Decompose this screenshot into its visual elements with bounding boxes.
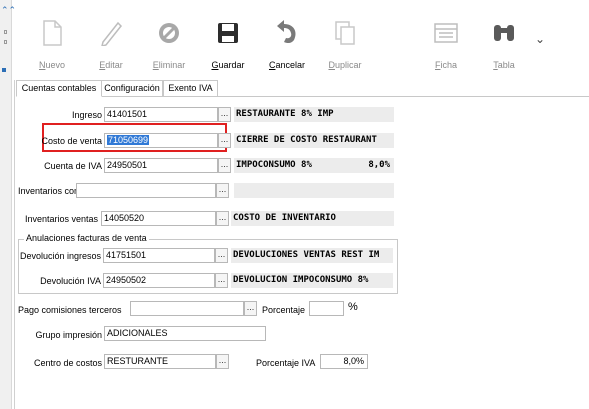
- copy-document-icon: [317, 18, 373, 48]
- inv-ventas-description: COSTO DE INVENTARIO: [231, 211, 394, 226]
- porcentaje-label: Porcentaje: [262, 305, 306, 315]
- collapse-chevron-icon[interactable]: ⌃⌃: [1, 5, 16, 15]
- grupo-impresion-input[interactable]: ADICIONALES: [104, 326, 266, 341]
- dev-ingresos-lookup-button[interactable]: ...: [215, 248, 228, 263]
- ingreso-description: RESTAURANTE 8% IMP: [234, 107, 394, 122]
- cancel-button[interactable]: Cancelar: [259, 18, 315, 70]
- edit-label: Editar: [99, 60, 123, 70]
- costo-venta-input[interactable]: 71050699: [104, 133, 218, 148]
- left-collapse-strip: [0, 0, 12, 409]
- grupo-impresion-label: Grupo impresión: [35, 330, 102, 340]
- centro-costos-label: Centro de costos: [33, 358, 102, 368]
- centro-costos-lookup-button[interactable]: ...: [216, 354, 229, 369]
- ingreso-label: Ingreso: [71, 110, 102, 120]
- duplicate-button[interactable]: Duplicar: [317, 18, 373, 70]
- binoculars-icon: [476, 18, 532, 48]
- cuenta-iva-lookup-button[interactable]: ...: [218, 158, 231, 173]
- porcentaje-unit: %: [348, 301, 358, 313]
- dev-iva-input[interactable]: 24950502: [103, 273, 215, 288]
- inv-ventas-lookup-button[interactable]: ...: [216, 211, 229, 226]
- inv-compras-input[interactable]: [76, 183, 216, 198]
- cuenta-iva-percent: 8,0%: [368, 160, 390, 170]
- dev-ingresos-label: Devolución ingresos: [20, 251, 102, 261]
- inv-ventas-label: Inventarios ventas: [24, 214, 98, 224]
- pago-comisiones-lookup-button[interactable]: ...: [244, 301, 257, 316]
- inv-compras-description: [234, 183, 394, 198]
- ingreso-input[interactable]: 41401501: [104, 107, 218, 122]
- porcentaje-input[interactable]: [309, 301, 344, 316]
- dev-iva-label: Devolución IVA: [40, 276, 101, 286]
- save-button[interactable]: Guardar: [200, 18, 256, 70]
- inv-compras-label: Inventarios compras: [18, 186, 100, 196]
- costo-venta-lookup-button[interactable]: ...: [218, 133, 231, 148]
- costo-venta-description: CIERRE DE COSTO RESTAURANT: [234, 133, 394, 148]
- form-view-button[interactable]: Ficha: [418, 18, 474, 70]
- dev-iva-description: DEVOLUCION IMPOCONSUMO 8%: [231, 273, 393, 288]
- pago-comisiones-input[interactable]: [130, 301, 244, 316]
- dev-iva-lookup-button[interactable]: ...: [215, 273, 228, 288]
- anulaciones-legend: Anulaciones facturas de venta: [24, 233, 149, 243]
- inv-compras-lookup-button[interactable]: ...: [216, 183, 229, 198]
- ingreso-lookup-button[interactable]: ...: [218, 107, 231, 122]
- centro-costos-input[interactable]: RESTURANTE: [104, 354, 216, 369]
- strip-marker-icon: [4, 40, 7, 44]
- undo-arrow-icon: [259, 18, 315, 48]
- cuenta-iva-description-text: IMPOCONSUMO 8%: [236, 160, 312, 170]
- inv-ventas-input[interactable]: 14050520: [101, 211, 216, 226]
- cancel-label: Cancelar: [268, 60, 306, 70]
- porcentaje-iva-label: Porcentaje IVA: [256, 358, 316, 368]
- tab-exento-iva[interactable]: Exento IVA: [163, 80, 218, 97]
- new-document-icon: [24, 18, 80, 48]
- strip-marker-icon: [4, 30, 7, 34]
- save-label: Guardar: [211, 60, 245, 70]
- pencil-icon: [83, 18, 139, 48]
- table-view-label: Tabla: [493, 60, 515, 70]
- toolbar-more-chevron-icon[interactable]: ⌄: [535, 32, 545, 46]
- card-form-icon: [418, 18, 474, 48]
- new-label: Nuevo: [38, 60, 66, 70]
- cuenta-iva-description: IMPOCONSUMO 8% 8,0%: [234, 158, 394, 173]
- strip-dot-icon: [2, 68, 6, 72]
- new-button[interactable]: Nuevo: [24, 18, 80, 70]
- porcentaje-iva-input[interactable]: 8,0%: [320, 354, 368, 369]
- no-entry-icon: [141, 18, 197, 48]
- dev-ingresos-input[interactable]: 41751501: [103, 248, 215, 263]
- pago-comisiones-label: Pago comisiones terceros: [18, 305, 122, 315]
- delete-label: Eliminar: [152, 60, 186, 70]
- dev-ingresos-description: DEVOLUCIONES VENTAS REST IM: [231, 248, 393, 263]
- table-view-button[interactable]: Tabla: [476, 18, 532, 70]
- floppy-disk-icon: [200, 18, 256, 48]
- tab-configuracion[interactable]: Configuración: [101, 80, 163, 97]
- delete-button[interactable]: Eliminar: [141, 18, 197, 70]
- content-border: [14, 80, 15, 409]
- edit-button[interactable]: Editar: [83, 18, 139, 70]
- cuenta-iva-input[interactable]: 24950501: [104, 158, 218, 173]
- cuenta-iva-label: Cuenta de IVA: [44, 161, 102, 171]
- form-view-label: Ficha: [434, 60, 457, 70]
- costo-venta-label: Costo de venta: [41, 136, 102, 146]
- costo-venta-selected-text: 71050699: [107, 135, 150, 145]
- duplicate-label: Duplicar: [328, 60, 362, 70]
- tab-cuentas-contables[interactable]: Cuentas contables: [16, 80, 102, 97]
